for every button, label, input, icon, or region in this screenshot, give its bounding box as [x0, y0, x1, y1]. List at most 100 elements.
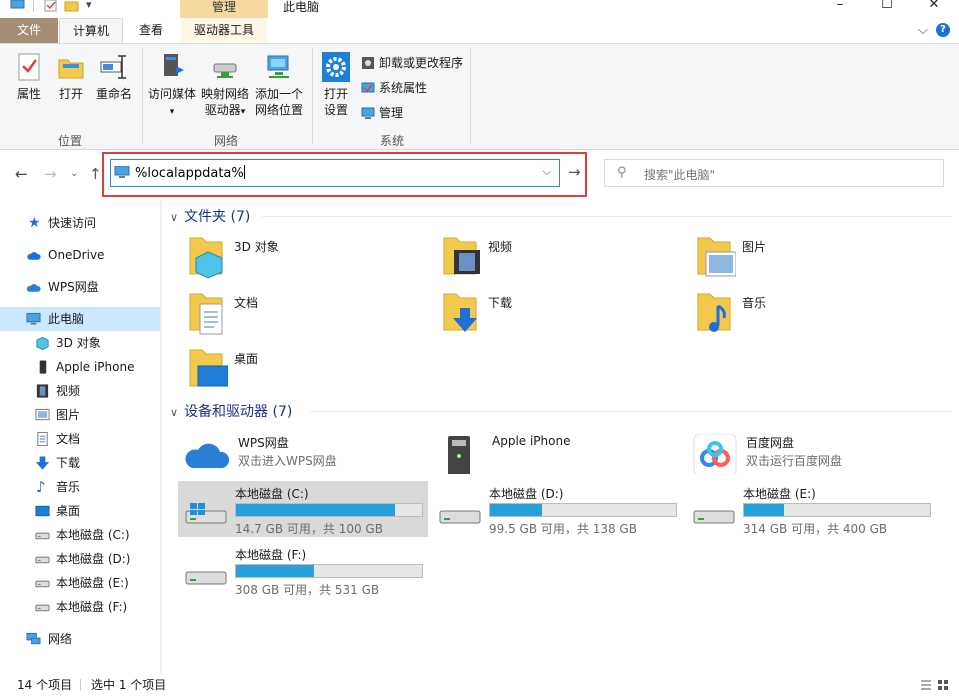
collapse-ribbon-icon[interactable]: ⌵ — [918, 23, 928, 38]
devices-group-header[interactable]: ∨ 设备和驱动器 (7) — [170, 401, 292, 421]
close-button[interactable]: ✕ — [911, 0, 957, 18]
uninstall-icon — [362, 57, 374, 69]
collapse-chevron-icon[interactable]: ∨ — [170, 211, 178, 224]
search-input[interactable]: 搜索"此电脑" — [644, 166, 715, 183]
folder-item-music[interactable]: 音乐 — [694, 290, 944, 340]
sidebar-item-label: 下载 — [56, 456, 81, 470]
tab-view[interactable]: 查看 — [128, 18, 174, 43]
sidebar-item-network[interactable]: 网络 — [0, 627, 160, 651]
drive-label: 本地磁盘 (E:) — [743, 487, 816, 501]
sidebar-item-desktop[interactable]: 桌面 — [0, 499, 160, 523]
devices-header-label: 设备和驱动器 (7) — [184, 404, 293, 420]
sidebar-item-music[interactable]: ♪ 音乐 — [0, 475, 160, 499]
desktop-icon — [35, 505, 50, 517]
open-settings-button[interactable]: 打开 设置 — [318, 48, 354, 118]
back-arrow-icon[interactable]: ← — [15, 165, 28, 183]
uninstall-program-button[interactable]: 卸载或更改程序 — [361, 55, 463, 71]
system-properties-label: 系统属性 — [379, 81, 428, 95]
folder-item-documents[interactable]: 文档 — [186, 290, 436, 340]
map-drive-label-2: 驱动器 — [204, 103, 241, 117]
device-item-wps-cloud[interactable]: WPS网盘 双击进入WPS网盘 — [180, 428, 430, 478]
rename-button[interactable]: 重命名 — [94, 48, 134, 102]
drive-item-e[interactable]: 本地磁盘 (E:) 314 GB 可用，共 400 GB — [686, 481, 936, 537]
device-item-baidu-cloud[interactable]: 百度网盘 双击运行百度网盘 — [688, 428, 938, 478]
picture-icon — [35, 408, 50, 421]
folder-label: 3D 对象 — [234, 240, 279, 254]
forward-arrow-icon[interactable]: → — [44, 165, 57, 183]
address-dropdown-icon[interactable]: ⌵ — [543, 165, 551, 179]
drive-usage-fill — [236, 504, 395, 516]
add-network-location-button[interactable]: 添加一个 网络位置 — [253, 48, 305, 118]
folder-item-downloads[interactable]: 下载 — [440, 290, 690, 340]
baidu-cloud-icon — [693, 434, 737, 474]
recent-locations-icon[interactable]: ⌄ — [70, 168, 78, 179]
sidebar-item-drive-f[interactable]: 本地磁盘 (F:) — [0, 595, 160, 619]
drive-usage-bar — [235, 503, 423, 517]
drive-icon — [693, 510, 735, 524]
drive-icon — [439, 510, 481, 524]
sidebar-item-label: WPS网盘 — [48, 280, 99, 294]
sidebar-item-videos[interactable]: 视频 — [0, 379, 160, 403]
access-media-button[interactable]: 访问媒体 ▾ — [147, 48, 197, 120]
view-toggle-icon[interactable] — [919, 679, 951, 691]
sidebar-item-label: 本地磁盘 (F:) — [56, 600, 128, 614]
folders-group-header[interactable]: ∨ 文件夹 (7) — [170, 206, 250, 226]
network-location-icon — [267, 55, 289, 78]
sidebar-item-apple-iphone[interactable]: Apple iPhone — [0, 355, 160, 379]
folder-item-3d-objects[interactable]: 3D 对象 — [186, 234, 436, 284]
add-location-label-2: 网络位置 — [254, 103, 303, 117]
sidebar-item-downloads[interactable]: 下载 — [0, 451, 160, 475]
properties-button[interactable]: 属性 — [12, 48, 46, 102]
customize-quick-access-icon[interactable]: ▾ — [86, 0, 92, 11]
drive-item-d[interactable]: 本地磁盘 (D:) 99.5 GB 可用，共 138 GB — [432, 481, 682, 537]
drive-item-f[interactable]: 本地磁盘 (F:) 308 GB 可用，共 531 GB — [178, 542, 428, 598]
open-button[interactable]: 打开 — [54, 48, 88, 102]
cube-icon — [36, 336, 49, 350]
sidebar-item-drive-d[interactable]: 本地磁盘 (D:) — [0, 547, 160, 571]
folder-item-pictures[interactable]: 图片 — [694, 234, 944, 284]
system-properties-button[interactable]: 系统属性 — [361, 80, 427, 96]
status-bar: 14 个项目 选中 1 个项目 — [0, 674, 959, 696]
sidebar-item-drive-e[interactable]: 本地磁盘 (E:) — [0, 571, 160, 595]
navigation-bar: ← → ⌄ ↑ %localappdata% ⌵ → ⚲ 搜索"此电脑" — [0, 150, 959, 200]
drive-item-c[interactable]: 本地磁盘 (C:) 14.7 GB 可用，共 100 GB — [178, 481, 428, 537]
minimize-button[interactable]: – — [817, 0, 863, 18]
sidebar-item-onedrive[interactable]: OneDrive — [0, 243, 160, 267]
sidebar-item-drive-c[interactable]: 本地磁盘 (C:) — [0, 523, 160, 547]
device-item-apple-iphone[interactable]: Apple iPhone — [434, 428, 684, 478]
address-bar[interactable]: %localappdata% ⌵ — [110, 159, 560, 187]
sidebar-item-documents[interactable]: 文档 — [0, 427, 160, 451]
sidebar-item-3d-objects[interactable]: 3D 对象 — [0, 331, 160, 355]
new-folder-quick-icon[interactable] — [64, 0, 80, 12]
sidebar-item-quick-access[interactable]: ★ 快速访问 — [0, 211, 160, 235]
address-input[interactable]: %localappdata% — [135, 166, 244, 181]
up-arrow-icon[interactable]: ↑ — [89, 165, 102, 183]
go-arrow-icon[interactable]: → — [568, 163, 581, 181]
search-box[interactable]: ⚲ 搜索"此电脑" — [604, 159, 944, 187]
sidebar-item-this-pc[interactable]: 此电脑 — [0, 307, 160, 331]
map-network-drive-button[interactable]: 映射网络 驱动器▾ — [200, 48, 250, 120]
add-location-label-1: 添加一个 — [254, 87, 303, 101]
open-label: 打开 — [58, 87, 83, 101]
sidebar-item-pictures[interactable]: 图片 — [0, 403, 160, 427]
phone-icon — [39, 360, 47, 374]
device-label: WPS网盘 — [238, 436, 289, 450]
drive-usage-fill — [744, 504, 784, 516]
folder-item-videos[interactable]: 视频 — [440, 234, 690, 284]
sidebar-item-label: 图片 — [56, 408, 81, 422]
sidebar-item-wps-cloud[interactable]: WPS网盘 — [0, 275, 160, 299]
downloads-folder-icon — [443, 293, 477, 332]
search-icon: ⚲ — [617, 165, 627, 180]
properties-quick-icon[interactable] — [44, 0, 58, 12]
help-icon[interactable]: ? — [936, 23, 950, 37]
maximize-button[interactable]: ☐ — [864, 0, 910, 18]
collapse-chevron-icon[interactable]: ∨ — [170, 406, 178, 419]
folder-open-icon — [58, 59, 84, 79]
windows-drive-icon — [185, 503, 227, 524]
tab-computer[interactable]: 计算机 — [59, 18, 123, 43]
tab-file[interactable]: 文件 — [0, 18, 58, 43]
folder-item-desktop[interactable]: 桌面 — [186, 346, 436, 396]
sidebar-item-label: 桌面 — [56, 504, 81, 518]
drive-free-space: 99.5 GB 可用，共 138 GB — [489, 522, 637, 536]
manage-button[interactable]: 管理 — [361, 105, 403, 121]
